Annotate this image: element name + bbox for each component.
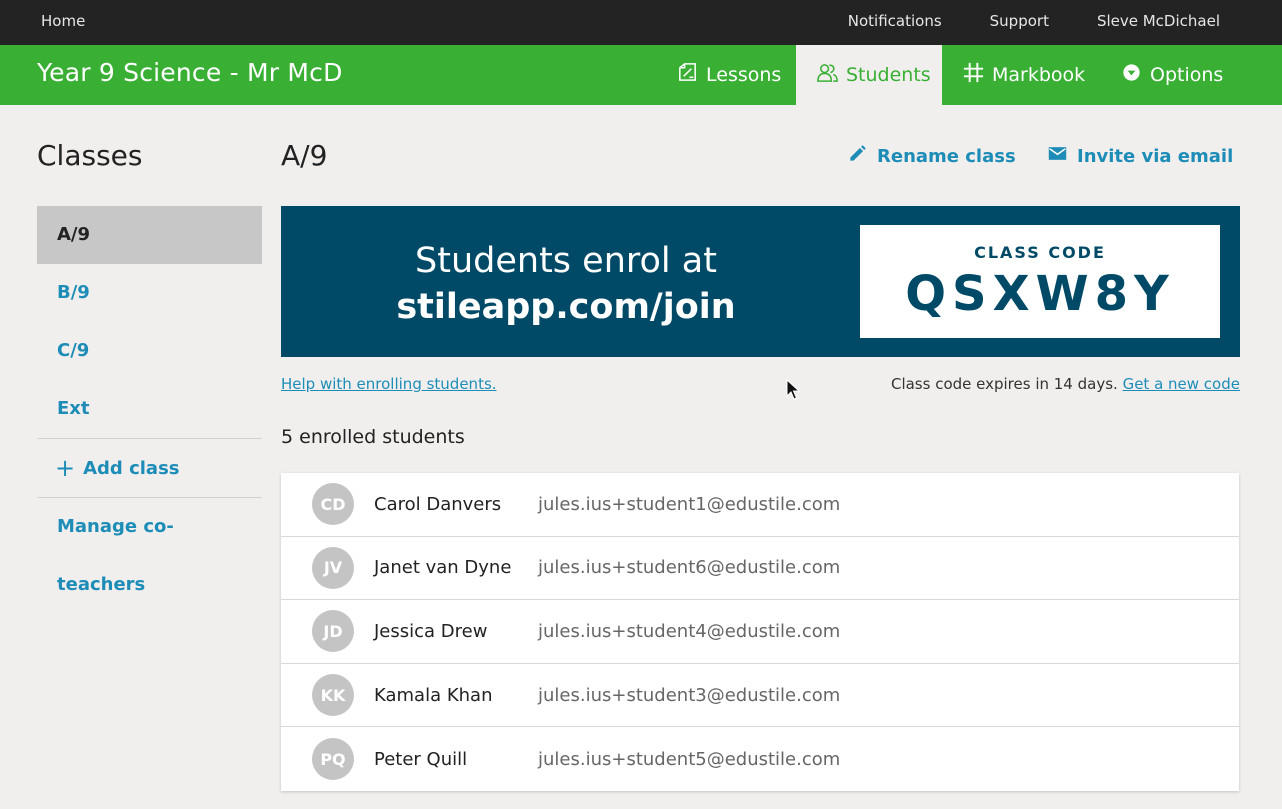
student-email: jules.ius+student3@edustile.com — [538, 684, 841, 706]
markbook-grid-icon — [962, 61, 985, 89]
avatar: JV — [312, 546, 354, 589]
invite-via-email-button[interactable]: Invite via email — [1048, 144, 1233, 168]
student-name: Jessica Drew — [374, 620, 488, 642]
mouse-pointer-icon — [786, 379, 801, 400]
add-class-label: Add class — [83, 457, 180, 479]
tab-markbook-label: Markbook — [992, 64, 1086, 86]
get-new-code-link[interactable]: Get a new code — [1123, 375, 1240, 393]
student-name: Carol Danvers — [374, 493, 502, 515]
enrol-instructions: Students enrol at stileapp.com/join — [281, 238, 851, 330]
student-email: jules.ius+student1@edustile.com — [538, 493, 841, 515]
class-code-label: CLASS CODE — [974, 243, 1106, 262]
class-item-b9[interactable]: B/9 — [37, 264, 262, 322]
enrol-url: stileapp.com/join — [396, 287, 736, 327]
avatar: PQ — [312, 738, 354, 781]
student-name: Janet van Dyne — [374, 557, 512, 579]
course-title: Year 9 Science - Mr McD — [37, 58, 343, 87]
table-row[interactable]: KK Kamala Khan jules.ius+student3@edusti… — [281, 664, 1239, 728]
avatar: JD — [312, 610, 354, 653]
tab-options[interactable]: Options — [1100, 45, 1240, 105]
enrol-line-1: Students enrol at — [415, 241, 717, 281]
table-row[interactable]: JV Janet van Dyne jules.ius+student6@edu… — [281, 537, 1239, 601]
table-row[interactable]: JD Jessica Drew jules.ius+student4@edust… — [281, 600, 1239, 664]
invite-via-email-label: Invite via email — [1077, 145, 1234, 167]
tab-lessons-label: Lessons — [706, 64, 782, 86]
class-item-a9[interactable]: A/9 — [37, 206, 262, 264]
student-list: CD Carol Danvers jules.ius+student1@edus… — [281, 473, 1239, 791]
class-list: A/9 B/9 C/9 Ext + Add class Manage co-te… — [37, 206, 262, 595]
lessons-icon — [676, 61, 699, 89]
tab-markbook[interactable]: Markbook — [942, 45, 1100, 105]
pencil-icon — [848, 144, 867, 168]
rename-class-label: Rename class — [877, 145, 1016, 167]
avatar: CD — [312, 483, 354, 526]
student-email: jules.ius+student4@edustile.com — [538, 620, 841, 642]
tab-options-label: Options — [1150, 64, 1224, 86]
class-item-ext[interactable]: Ext — [37, 380, 262, 438]
course-header: Year 9 Science - Mr McD Lessons Students — [0, 45, 1282, 105]
code-expiry: Class code expires in 14 days. Get a new… — [891, 375, 1240, 393]
student-email: jules.ius+student6@edustile.com — [538, 557, 841, 579]
home-link[interactable]: Home — [41, 12, 85, 30]
chevron-down-circle-icon — [1120, 61, 1143, 89]
top-right-links: Notifications Support Sleve McDichael — [848, 12, 1220, 30]
table-row[interactable]: PQ Peter Quill jules.ius+student5@edusti… — [281, 727, 1239, 791]
class-code-box: CLASS CODE QSXW8Y — [860, 225, 1220, 338]
user-menu[interactable]: Sleve McDichael — [1097, 12, 1220, 30]
class-item-c9[interactable]: C/9 — [37, 322, 262, 380]
top-bar: Home Notifications Support Sleve McDicha… — [0, 0, 1282, 45]
class-code-value: QSXW8Y — [905, 266, 1175, 322]
rename-class-button[interactable]: Rename class — [848, 144, 1016, 168]
avatar: KK — [312, 674, 354, 717]
enrol-banner: Students enrol at stileapp.com/join CLAS… — [281, 206, 1240, 357]
student-name: Kamala Khan — [374, 684, 493, 706]
support-link[interactable]: Support — [990, 12, 1049, 30]
class-heading: A/9 — [281, 139, 328, 172]
tab-lessons[interactable]: Lessons — [656, 45, 796, 105]
table-row[interactable]: CD Carol Danvers jules.ius+student1@edus… — [281, 473, 1239, 537]
code-expiry-text: Class code expires in 14 days. — [890, 375, 1118, 393]
tab-students[interactable]: Students — [796, 45, 942, 105]
student-email: jules.ius+student5@edustile.com — [538, 748, 841, 770]
classes-heading: Classes — [37, 139, 143, 172]
add-class-button[interactable]: + Add class — [37, 439, 262, 497]
plus-icon: + — [55, 454, 76, 482]
envelope-icon — [1048, 144, 1067, 168]
tab-students-label: Students — [846, 64, 931, 86]
enrolled-count: 5 enrolled students — [281, 426, 465, 448]
student-name: Peter Quill — [374, 748, 468, 770]
manage-co-teachers-link[interactable]: Manage co-teachers — [37, 498, 262, 595]
help-enrolling-link[interactable]: Help with enrolling students. — [281, 375, 497, 393]
notifications-link[interactable]: Notifications — [848, 12, 942, 30]
students-icon — [816, 61, 839, 89]
